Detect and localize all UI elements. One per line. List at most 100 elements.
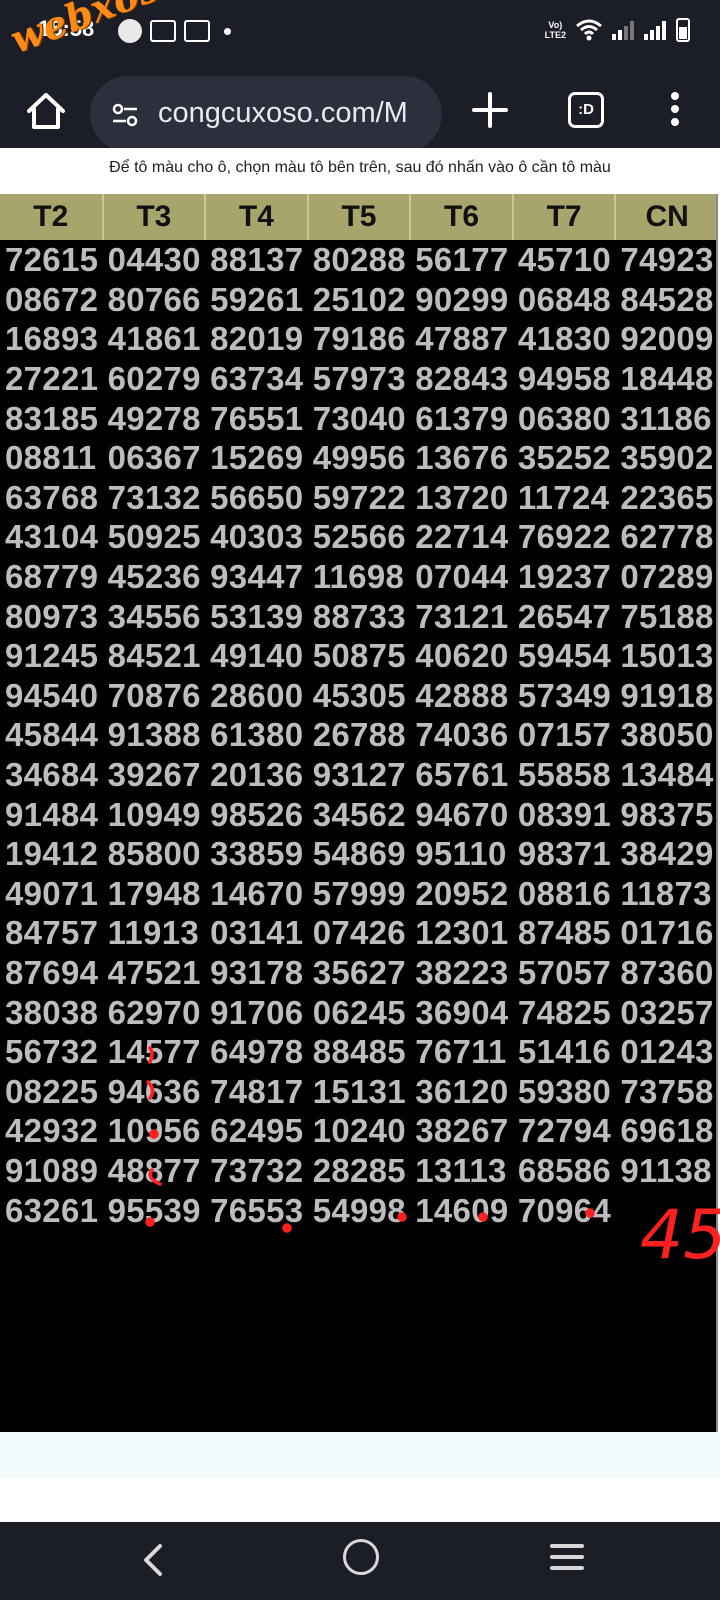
number-cell[interactable]: 34684 — [0, 754, 103, 795]
number-cell[interactable]: 19237 — [512, 556, 616, 597]
number-cell[interactable]: 08816 — [512, 873, 616, 914]
number-cell[interactable]: 57349 — [512, 675, 616, 716]
number-cell[interactable]: 85800 — [102, 833, 206, 874]
number-cell[interactable]: 93178 — [205, 952, 308, 993]
number-cell[interactable]: 91706 — [205, 992, 308, 1032]
number-cell[interactable]: 48877 — [102, 1150, 206, 1191]
number-cell[interactable]: 15131 — [307, 1071, 411, 1112]
number-cell[interactable]: 26547 — [512, 596, 616, 636]
number-cell[interactable]: 65761 — [410, 754, 513, 795]
number-cell[interactable]: 93447 — [205, 556, 308, 597]
number-cell[interactable]: 68586 — [512, 1150, 616, 1191]
number-cell[interactable]: 49071 — [0, 873, 103, 914]
number-cell[interactable]: 94540 — [0, 675, 103, 716]
number-cell[interactable]: 47521 — [102, 952, 206, 993]
tab-switcher-button[interactable]: :D — [568, 92, 604, 128]
number-cell[interactable]: 94636 — [102, 1071, 206, 1112]
number-cell[interactable]: 10956 — [102, 1111, 206, 1151]
number-cell[interactable]: 36904 — [410, 992, 513, 1032]
number-cell[interactable]: 42932 — [0, 1111, 103, 1151]
number-cell[interactable]: 35252 — [512, 437, 616, 478]
number-cell[interactable]: 45236 — [102, 556, 206, 597]
number-cell[interactable]: 38038 — [0, 992, 103, 1032]
number-cell[interactable]: 73040 — [307, 398, 411, 438]
number-cell[interactable]: 88485 — [307, 1031, 411, 1072]
number-cell[interactable]: 31186 — [615, 398, 718, 438]
number-cell[interactable]: 22365 — [615, 477, 718, 518]
number-cell[interactable]: 52566 — [307, 517, 411, 557]
number-cell[interactable]: 80973 — [0, 596, 103, 636]
number-cell[interactable]: 28285 — [307, 1150, 411, 1191]
number-cell[interactable]: 75188 — [615, 596, 718, 636]
number-cell[interactable]: 91918 — [615, 675, 718, 716]
number-cell[interactable]: 82843 — [410, 358, 513, 399]
new-tab-icon[interactable] — [470, 90, 510, 130]
recents-icon[interactable] — [550, 1544, 584, 1574]
number-cell[interactable]: 12301 — [410, 913, 513, 953]
number-cell[interactable]: 70876 — [102, 675, 206, 716]
number-cell[interactable]: 91484 — [0, 794, 103, 834]
number-cell[interactable]: 38050 — [615, 715, 718, 755]
number-cell[interactable]: 61379 — [410, 398, 513, 438]
number-cell[interactable]: 94670 — [410, 794, 513, 834]
number-cell[interactable]: 69618 — [615, 1111, 718, 1151]
number-cell[interactable] — [615, 1190, 718, 1230]
number-cell[interactable]: 83185 — [0, 398, 103, 438]
number-cell[interactable]: 13484 — [615, 754, 718, 795]
number-cell[interactable]: 56650 — [205, 477, 308, 518]
number-cell[interactable]: 40303 — [205, 517, 308, 557]
number-cell[interactable]: 62970 — [102, 992, 206, 1032]
number-cell[interactable]: 56732 — [0, 1031, 103, 1072]
number-cell[interactable]: 98371 — [512, 833, 616, 874]
number-cell[interactable]: 53139 — [205, 596, 308, 636]
number-cell[interactable]: 55858 — [512, 754, 616, 795]
number-cell[interactable]: 63768 — [0, 477, 103, 518]
number-cell[interactable]: 38429 — [615, 833, 718, 874]
number-cell[interactable]: 74036 — [410, 715, 513, 755]
number-cell[interactable]: 90299 — [410, 279, 513, 320]
number-cell[interactable]: 20136 — [205, 754, 308, 795]
number-cell[interactable]: 50875 — [307, 635, 411, 676]
number-cell[interactable]: 03257 — [615, 992, 718, 1032]
number-cell[interactable]: 10949 — [102, 794, 206, 834]
number-cell[interactable]: 49140 — [205, 635, 308, 676]
number-cell[interactable]: 92009 — [615, 319, 718, 359]
number-cell[interactable]: 41830 — [512, 319, 616, 359]
number-cell[interactable]: 28600 — [205, 675, 308, 716]
number-cell[interactable]: 13676 — [410, 437, 513, 478]
home-icon[interactable] — [24, 89, 68, 133]
number-cell[interactable]: 57057 — [512, 952, 616, 993]
number-cell[interactable]: 08811 — [0, 437, 103, 478]
number-cell[interactable]: 06245 — [307, 992, 411, 1032]
number-cell[interactable]: 95110 — [410, 833, 513, 874]
number-cell[interactable]: 25102 — [307, 279, 411, 320]
number-cell[interactable]: 84528 — [615, 279, 718, 320]
number-cell[interactable]: 76551 — [205, 398, 308, 438]
number-cell[interactable]: 59722 — [307, 477, 411, 518]
number-cell[interactable]: 80288 — [307, 240, 411, 280]
number-cell[interactable]: 01243 — [615, 1031, 718, 1072]
number-cell[interactable]: 73732 — [205, 1150, 308, 1191]
number-cell[interactable]: 74825 — [512, 992, 616, 1032]
number-cell[interactable]: 45844 — [0, 715, 103, 755]
number-cell[interactable]: 17948 — [102, 873, 206, 914]
number-cell[interactable]: 11724 — [512, 477, 616, 518]
number-cell[interactable]: 11698 — [307, 556, 411, 597]
number-cell[interactable]: 10240 — [307, 1111, 411, 1151]
number-cell[interactable]: 08672 — [0, 279, 103, 320]
number-cell[interactable]: 39267 — [102, 754, 206, 795]
number-cell[interactable]: 40620 — [410, 635, 513, 676]
number-cell[interactable]: 84757 — [0, 913, 103, 953]
number-cell[interactable]: 61380 — [205, 715, 308, 755]
number-cell[interactable]: 49278 — [102, 398, 206, 438]
number-cell[interactable]: 94958 — [512, 358, 616, 399]
number-cell[interactable]: 07044 — [410, 556, 513, 597]
number-cell[interactable]: 88733 — [307, 596, 411, 636]
number-cell[interactable]: 07157 — [512, 715, 616, 755]
number-cell[interactable]: 13720 — [410, 477, 513, 518]
number-cell[interactable]: 13113 — [410, 1150, 513, 1191]
address-bar[interactable]: congcuxoso.com/M — [90, 76, 442, 152]
number-cell[interactable]: 87360 — [615, 952, 718, 993]
number-cell[interactable]: 06380 — [512, 398, 616, 438]
number-cell[interactable]: 64978 — [205, 1031, 308, 1072]
